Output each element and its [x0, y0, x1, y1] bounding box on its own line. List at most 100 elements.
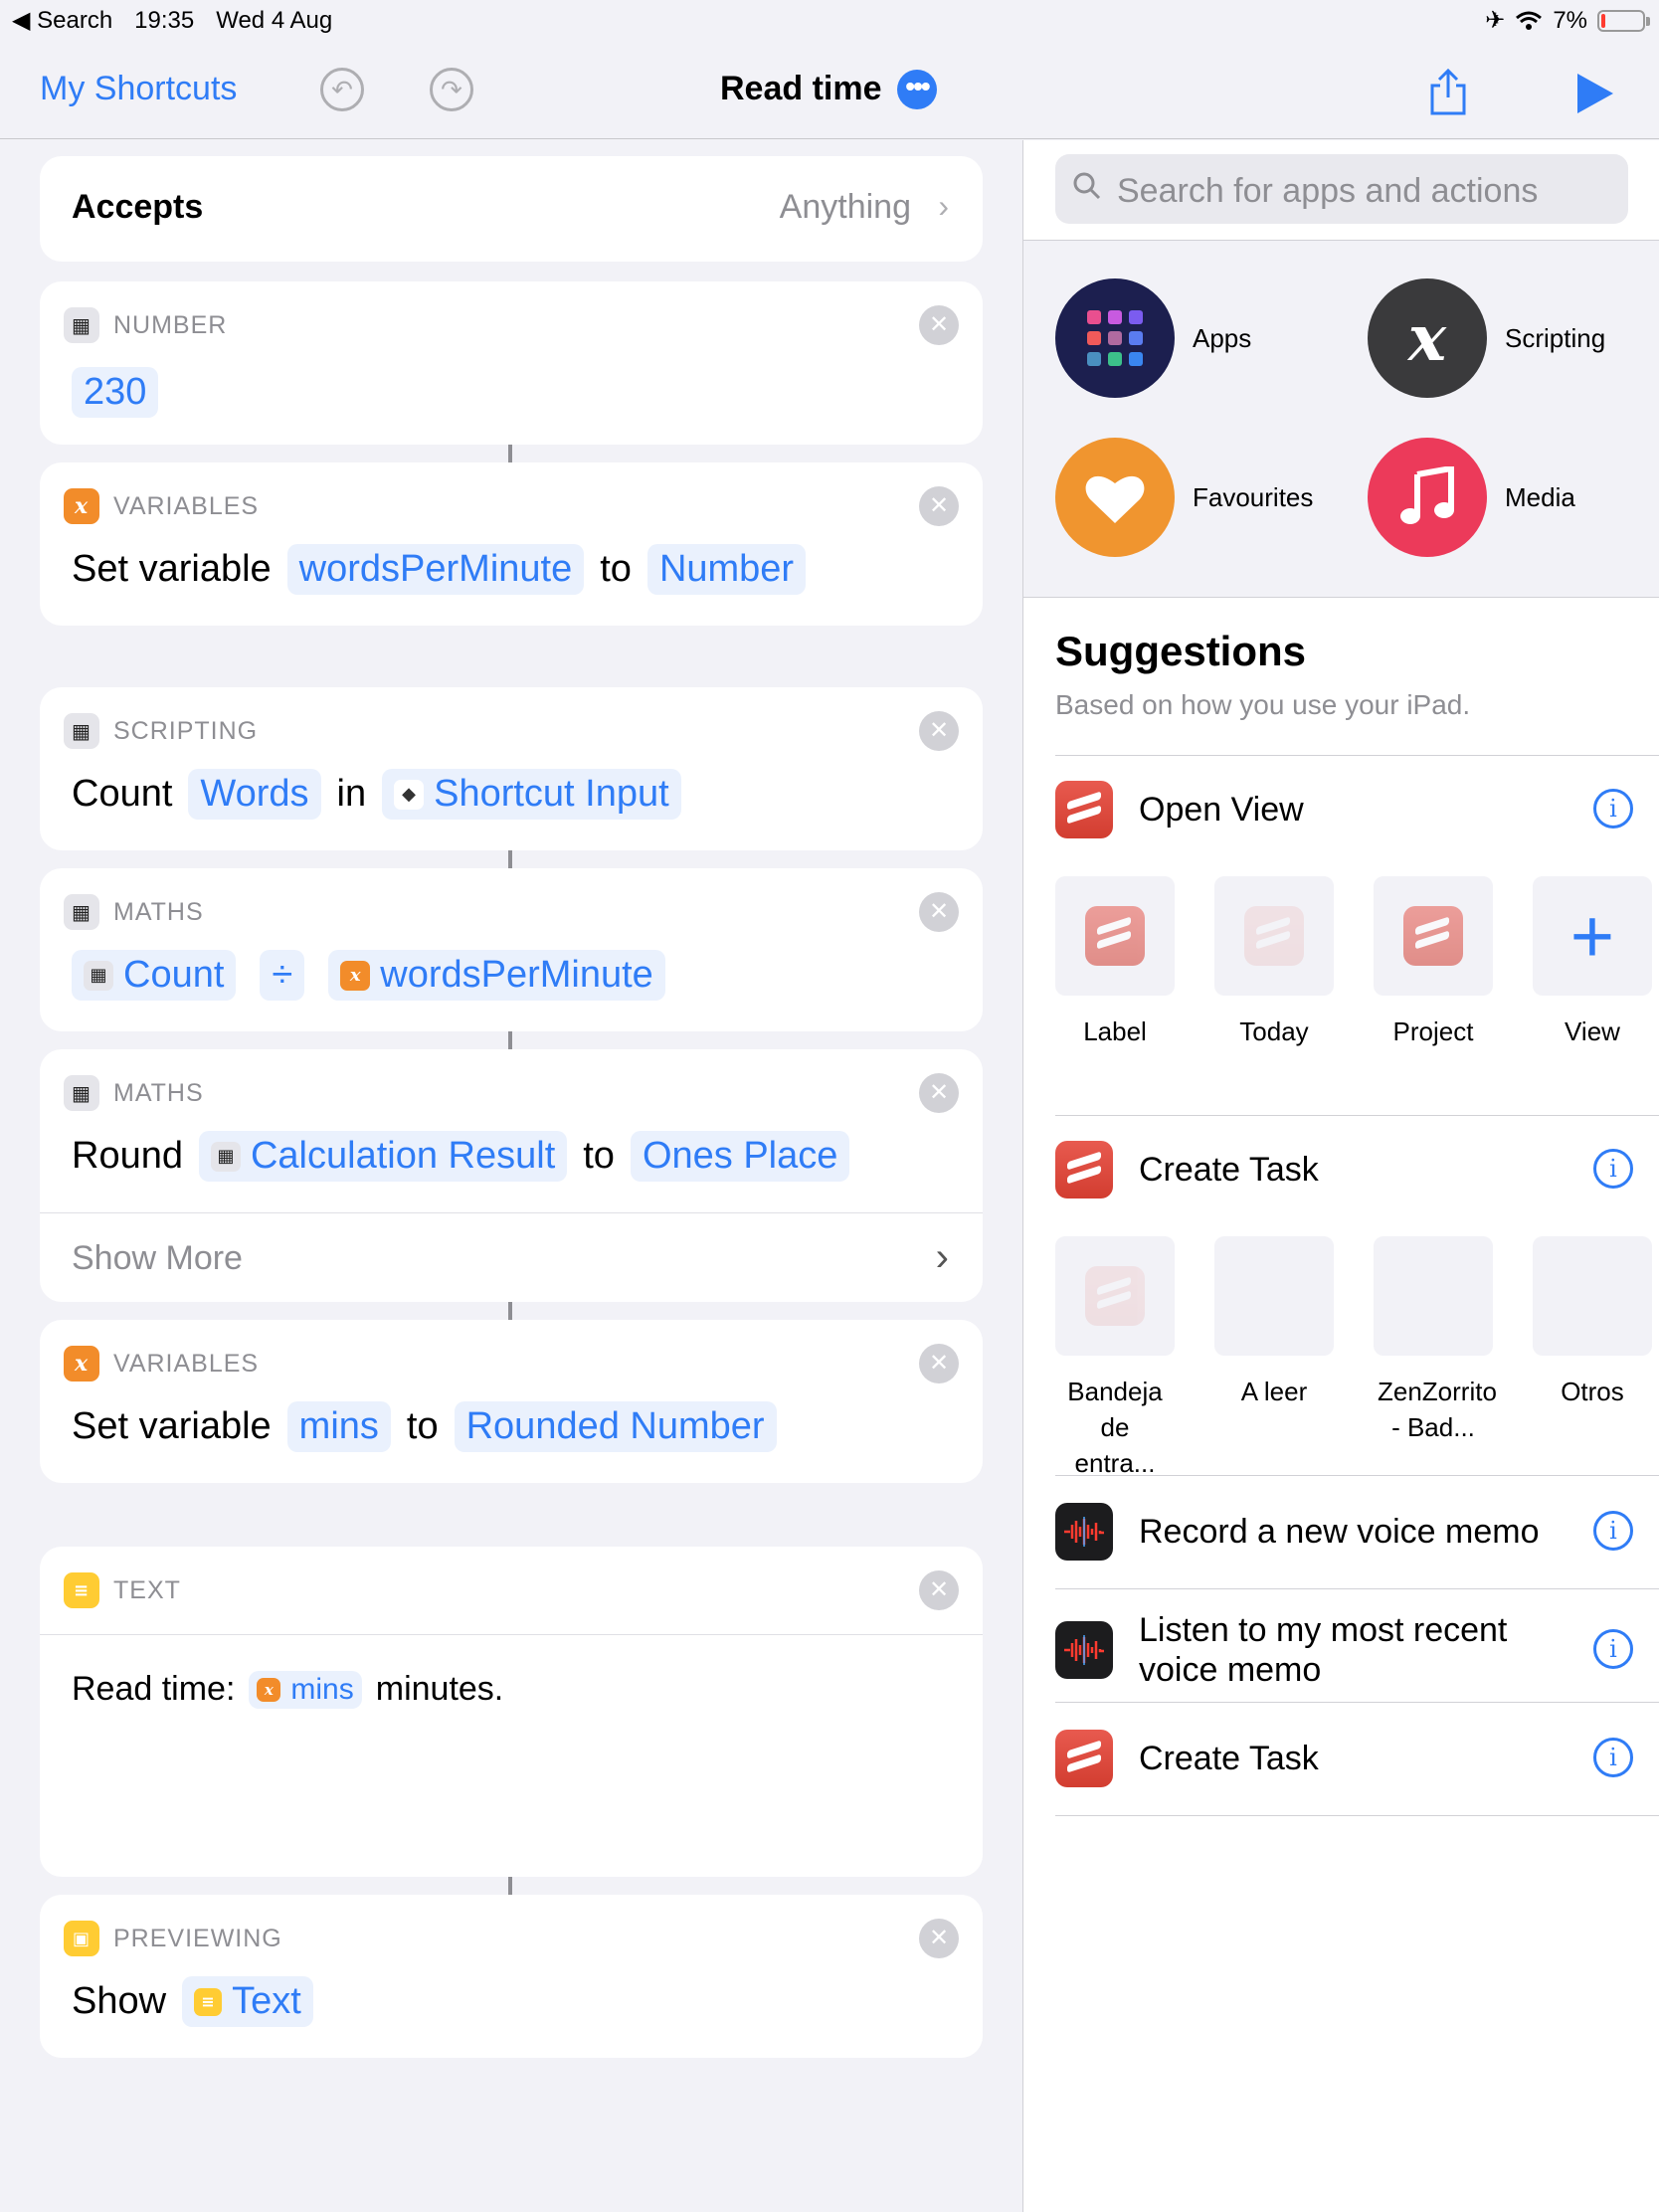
back-to-app[interactable]: ◀ Search [12, 6, 112, 35]
remove-action-button[interactable]: ✕ [919, 486, 959, 526]
action-category: MATHS [113, 897, 204, 926]
category-favourites[interactable]: Favourites [1055, 438, 1313, 557]
action-category: NUMBER [113, 310, 228, 339]
remove-action-button[interactable]: ✕ [919, 1570, 959, 1610]
calculation-result-token[interactable]: ▦ Calculation Result [198, 1131, 568, 1182]
shortcut-input-token[interactable]: ◆ Shortcut Input [382, 769, 681, 820]
remove-action-button[interactable]: ✕ [919, 305, 959, 345]
todoist-icon [1055, 1141, 1113, 1198]
wpm-variable-token[interactable]: x wordsPerMinute [328, 950, 665, 1001]
accepts-value: Anything [779, 188, 911, 226]
calculator-icon: ▦ [84, 960, 113, 991]
calculator-icon: ▦ [64, 713, 99, 749]
suggestion-listen-memo[interactable]: Listen to my most recent voice memo i [1055, 1610, 1659, 1690]
share-icon[interactable] [1426, 68, 1470, 117]
variable-value-token[interactable]: Number [646, 544, 807, 595]
tile-bandeja[interactable] [1055, 1236, 1175, 1356]
voice-memos-icon [1055, 1621, 1113, 1679]
action-category: VARIABLES [113, 491, 260, 520]
variable-value-token[interactable]: Rounded Number [454, 1401, 777, 1452]
action-verb: Set variable [72, 548, 272, 590]
remove-action-button[interactable]: ✕ [919, 892, 959, 932]
suggestion-create-task-2[interactable]: Create Task i [1055, 1730, 1659, 1787]
show-action[interactable]: ▣ PREVIEWING ✕ Show ≡ Text [40, 1895, 983, 2058]
count-variable-token[interactable]: ▦ Count [72, 950, 237, 1001]
info-icon[interactable]: i [1593, 789, 1633, 829]
calculator-icon: ▦ [64, 307, 99, 343]
run-button[interactable] [1577, 74, 1613, 113]
airplane-icon: ✈ [1485, 7, 1506, 34]
remove-action-button[interactable]: ✕ [919, 711, 959, 751]
round-action[interactable]: ▦ MATHS ✕ Round ▦ Calculation Result to On… [40, 1049, 983, 1302]
tile-otros[interactable] [1533, 1236, 1652, 1356]
remove-action-button[interactable]: ✕ [919, 1073, 959, 1113]
my-shortcuts-button[interactable]: My Shortcuts [40, 70, 237, 108]
suggestions-subtitle: Based on how you use your iPad. [1055, 689, 1471, 720]
count-type-token[interactable]: Words [188, 769, 321, 820]
maths-action[interactable]: ▦ MATHS ✕ ▦ Count ÷ x wordsPerMinute [40, 868, 983, 1031]
variable-name-token[interactable]: wordsPerMinute [286, 544, 585, 595]
accepts-row[interactable]: Accepts Anything › [40, 156, 983, 262]
category-scripting[interactable]: x Scripting [1368, 278, 1605, 398]
tile-zenzorrito[interactable] [1374, 1236, 1493, 1356]
nav-bar: My Shortcuts ↶ ↷ Read time ••• [0, 40, 1659, 139]
status-bar: ◀ Search 19:35 Wed 4 Aug ✈ 7% [0, 0, 1659, 40]
show-more-row[interactable]: Show More › [40, 1212, 983, 1302]
preview-icon: ▣ [64, 1921, 99, 1956]
divider [1055, 1475, 1659, 1476]
search-input[interactable]: Search for apps and actions [1055, 154, 1628, 224]
divider [1055, 1115, 1659, 1116]
todoist-icon [1055, 1730, 1113, 1787]
to-label: to [406, 1405, 439, 1447]
tile-view[interactable]: + [1533, 876, 1652, 996]
info-icon[interactable]: i [1593, 1149, 1633, 1189]
text-icon: ≡ [64, 1572, 99, 1608]
variable-name-token[interactable]: mins [286, 1401, 391, 1452]
wifi-icon [1516, 11, 1543, 30]
more-options-button[interactable]: ••• [897, 70, 937, 109]
heart-icon [1055, 438, 1175, 557]
connector [508, 1302, 512, 1320]
set-variable-action[interactable]: x VARIABLES ✕ Set variable wordsPerMinute… [40, 462, 983, 626]
chevron-right-icon: › [935, 1235, 949, 1279]
number-action[interactable]: ▦ NUMBER ✕ 230 [40, 281, 983, 445]
suggestion-open-view[interactable]: Open View i [1055, 781, 1659, 838]
tile-a-leer[interactable] [1214, 1236, 1334, 1356]
tile-label[interactable] [1055, 876, 1175, 996]
divider [1055, 755, 1659, 756]
category-apps[interactable]: Apps [1055, 278, 1251, 398]
category-media[interactable]: Media [1368, 438, 1575, 557]
set-variable-action[interactable]: x VARIABLES ✕ Set variable mins to Rounde… [40, 1320, 983, 1483]
undo-icon[interactable]: ↶ [320, 68, 364, 111]
suggestion-record-memo[interactable]: Record a new voice memo i [1055, 1503, 1659, 1561]
action-category: TEXT [113, 1575, 181, 1604]
remove-action-button[interactable]: ✕ [919, 1919, 959, 1958]
battery-percent: 7% [1553, 6, 1587, 34]
redo-icon[interactable]: ↷ [430, 68, 473, 111]
count-action[interactable]: ▦ SCRIPTING ✕ Count Words in ◆ Shortcut In… [40, 687, 983, 850]
text-action[interactable]: ≡ TEXT ✕ Read time: x mins minutes. [40, 1547, 983, 1877]
mins-variable-token[interactable]: x mins [249, 1670, 362, 1709]
text-variable-token[interactable]: ≡ Text [182, 1976, 313, 2027]
calculator-icon: ▦ [64, 1075, 99, 1111]
shortcut-editor[interactable]: Accepts Anything › ▦ NUMBER ✕ 230 x VARIAB… [0, 140, 1022, 2212]
connector [508, 850, 512, 868]
to-label: to [583, 1135, 615, 1177]
text-field[interactable]: Read time: x mins minutes. [72, 1670, 503, 1709]
info-icon[interactable]: i [1593, 1629, 1633, 1669]
remove-action-button[interactable]: ✕ [919, 1344, 959, 1383]
number-value[interactable]: 230 [72, 367, 159, 418]
round-place-token[interactable]: Ones Place [630, 1131, 850, 1182]
voice-memos-icon [1055, 1503, 1113, 1561]
operator-token[interactable]: ÷ [260, 950, 305, 1001]
shortcut-title[interactable]: Read time [720, 70, 882, 108]
info-icon[interactable]: i [1593, 1511, 1633, 1551]
divider [40, 1634, 983, 1635]
tile-project[interactable] [1374, 876, 1493, 996]
action-category: MATHS [113, 1078, 204, 1107]
variable-icon: x [64, 488, 99, 524]
info-icon[interactable]: i [1593, 1738, 1633, 1777]
music-note-icon [1368, 438, 1487, 557]
suggestion-create-task[interactable]: Create Task i [1055, 1141, 1659, 1198]
tile-today[interactable] [1214, 876, 1334, 996]
